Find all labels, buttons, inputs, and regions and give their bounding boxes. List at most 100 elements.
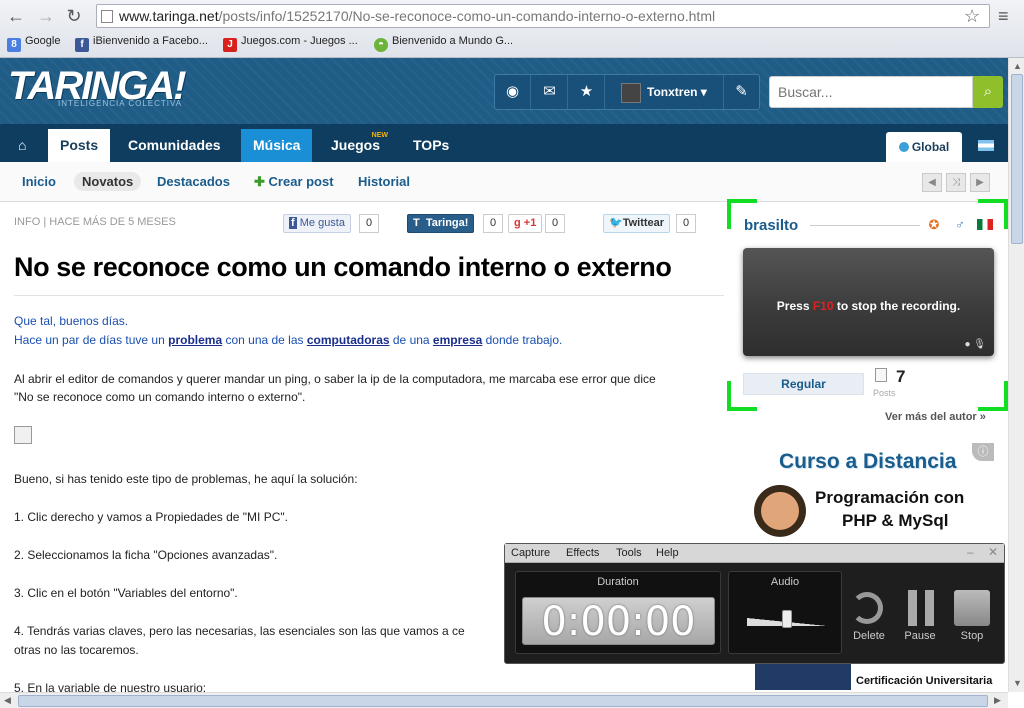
vertical-scroll-thumb[interactable] bbox=[1011, 74, 1023, 244]
duration-label: Duration bbox=[597, 576, 639, 588]
subnav-inicio[interactable]: Inicio bbox=[22, 174, 56, 189]
argentina-flag-icon[interactable] bbox=[978, 140, 994, 151]
sub-navigation: Inicio Novatos Destacados ✚ Crear post H… bbox=[0, 162, 1008, 202]
capture-corner-tl[interactable] bbox=[727, 199, 757, 229]
bookmark-star-icon[interactable]: ☆ bbox=[964, 6, 980, 27]
favorites-star-icon[interactable]: ★ bbox=[569, 75, 605, 109]
scroll-down-icon[interactable]: ▼ bbox=[1013, 678, 1022, 688]
random-post-icon[interactable]: ⤨ bbox=[946, 173, 966, 192]
logo-tagline: INTELIGENCIA COLECTIVA bbox=[58, 99, 183, 108]
avatar[interactable] bbox=[621, 83, 641, 103]
like-count: 0 bbox=[359, 214, 379, 233]
capture-corner-tr[interactable] bbox=[978, 199, 1008, 229]
link-problema[interactable]: problema bbox=[168, 333, 222, 347]
stop-button-label[interactable]: Stop bbox=[947, 630, 997, 642]
recording-notice: Press F10 to stop the recording. ● 🎙 bbox=[743, 248, 994, 356]
scroll-left-icon[interactable]: ◀ bbox=[4, 695, 11, 706]
minimize-icon[interactable]: – bbox=[967, 545, 974, 559]
ad-title[interactable]: Curso a Distancia bbox=[779, 450, 956, 474]
gplus-icon: g bbox=[514, 217, 521, 229]
bookmark-facebook[interactable]: f iBienvenido a Facebo... bbox=[75, 35, 208, 52]
plus-icon: ✚ bbox=[254, 174, 265, 189]
url-path: /posts/info/15252170/No-se-reconoce-como… bbox=[218, 8, 716, 24]
delete-icon[interactable] bbox=[851, 592, 883, 624]
delete-button-label[interactable]: Delete bbox=[844, 630, 894, 642]
tab-posts[interactable]: Posts bbox=[48, 129, 111, 162]
taringa-icon: T bbox=[413, 217, 420, 229]
paragraph: Que tal, buenos días. bbox=[14, 314, 129, 328]
link-computadoras[interactable]: computadoras bbox=[307, 333, 390, 347]
scroll-up-icon[interactable]: ▲ bbox=[1013, 61, 1022, 71]
posts-label: Posts bbox=[873, 388, 896, 398]
google-icon: 8 bbox=[7, 38, 21, 52]
menu-capture[interactable]: Capture bbox=[511, 547, 550, 559]
address-bar[interactable]: www.taringa.net/posts/info/15252170/No-s… bbox=[96, 4, 990, 28]
search-button[interactable]: ⌕ bbox=[973, 76, 1003, 108]
tweet-button[interactable]: 🐦Twittear bbox=[603, 214, 671, 233]
facebook-icon: f bbox=[75, 38, 89, 52]
menu-tools[interactable]: Tools bbox=[616, 547, 642, 559]
tab-comunidades[interactable]: Comunidades bbox=[116, 129, 233, 162]
tab-tops[interactable]: TOPs bbox=[401, 129, 461, 162]
bookmark-google[interactable]: 8 Google bbox=[7, 35, 60, 52]
prev-post-icon[interactable]: ◀ bbox=[922, 173, 942, 192]
reload-icon[interactable]: ↻ bbox=[64, 6, 84, 26]
bookmark-juegos[interactable]: J Juegos.com - Juegos ... bbox=[223, 35, 358, 52]
paragraph: 3. Clic en el botón "Variables del entor… bbox=[14, 586, 238, 600]
search-input[interactable] bbox=[769, 76, 973, 108]
bookmarks-bar: 8 Google f iBienvenido a Facebo... J Juegos… bbox=[0, 33, 1024, 55]
tab-global[interactable]: Global bbox=[886, 132, 962, 162]
edit-icon[interactable]: ✎ bbox=[723, 75, 759, 109]
pause-button-label[interactable]: Pause bbox=[895, 630, 945, 642]
forward-icon[interactable]: → bbox=[36, 6, 56, 26]
see-more-author-link[interactable]: Ver más del autor » bbox=[885, 411, 986, 423]
paragraph: 4. Tendrás varias claves, pero las neces… bbox=[14, 624, 465, 638]
screen-recorder-window: Capture Effects Tools Help – ✕ Duration … bbox=[504, 543, 1005, 664]
audio-volume-slider[interactable] bbox=[782, 610, 792, 628]
mundo-icon: ◓ bbox=[374, 38, 388, 52]
stop-icon[interactable] bbox=[954, 590, 990, 626]
close-icon[interactable]: ✕ bbox=[988, 545, 998, 559]
mail-icon[interactable]: ✉ bbox=[532, 75, 568, 109]
bookmark-mundo[interactable]: ◓ Bienvenido a Mundo G... bbox=[374, 35, 513, 52]
menu-help[interactable]: Help bbox=[656, 547, 679, 559]
facebook-like-button[interactable]: f Me gusta bbox=[283, 214, 351, 233]
paragraph: 2. Seleccionamos la ficha "Opciones avan… bbox=[14, 548, 278, 562]
subnav-crear-post[interactable]: ✚ Crear post bbox=[254, 174, 334, 190]
horizontal-scroll-thumb[interactable] bbox=[18, 695, 988, 707]
capture-corner-bl[interactable] bbox=[727, 381, 757, 411]
paragraph: "No se reconoce como un comando interno … bbox=[14, 390, 306, 404]
ad-photo bbox=[748, 483, 812, 545]
recorder-menubar: Capture Effects Tools Help – ✕ bbox=[505, 544, 1004, 563]
next-post-icon[interactable]: ▶ bbox=[970, 173, 990, 192]
ad-line: Programación con bbox=[815, 488, 965, 507]
username-menu[interactable]: Tonxtren ▾ bbox=[647, 85, 707, 99]
link-empresa[interactable]: empresa bbox=[433, 333, 482, 347]
gplus-count: 0 bbox=[545, 214, 565, 233]
scroll-right-icon[interactable]: ▶ bbox=[994, 695, 1001, 706]
main-tabs: ⌂ Posts Comunidades Música Juegos NEW TOP… bbox=[0, 124, 1008, 162]
subnav-destacados[interactable]: Destacados bbox=[157, 174, 230, 189]
tweet-count: 0 bbox=[676, 214, 696, 233]
globe-icon bbox=[898, 142, 909, 152]
vertical-scrollbar[interactable]: ▲ ▼ bbox=[1008, 58, 1024, 692]
tab-juegos[interactable]: Juegos NEW bbox=[319, 129, 392, 162]
back-icon[interactable]: ← bbox=[6, 6, 26, 26]
subnav-novatos[interactable]: Novatos bbox=[74, 172, 142, 191]
duration-timer: 0:00:00 bbox=[522, 597, 715, 645]
taringa-share-button[interactable]: T Taringa! bbox=[407, 214, 475, 233]
eye-icon[interactable]: ◉ bbox=[495, 75, 531, 109]
gplus-button[interactable]: g +1 bbox=[508, 214, 543, 233]
horizontal-scrollbar[interactable]: ◀ ▶ bbox=[0, 692, 1008, 708]
ad-line: PHP & MySql bbox=[842, 511, 949, 530]
pause-icon[interactable] bbox=[905, 590, 941, 626]
subnav-historial[interactable]: Historial bbox=[358, 174, 410, 189]
ad-info-icon[interactable]: ⓘ bbox=[972, 443, 994, 461]
menu-effects[interactable]: Effects bbox=[566, 547, 599, 559]
paragraph: Al abrir el editor de comandos y querer … bbox=[14, 372, 656, 386]
paragraph: 1. Clic derecho y vamos a Propiedades de… bbox=[14, 510, 288, 524]
tab-musica[interactable]: Música bbox=[241, 129, 313, 162]
capture-corner-br[interactable] bbox=[978, 381, 1008, 411]
browser-menu-icon[interactable]: ≡ bbox=[998, 6, 1009, 27]
home-icon[interactable]: ⌂ bbox=[6, 129, 38, 162]
